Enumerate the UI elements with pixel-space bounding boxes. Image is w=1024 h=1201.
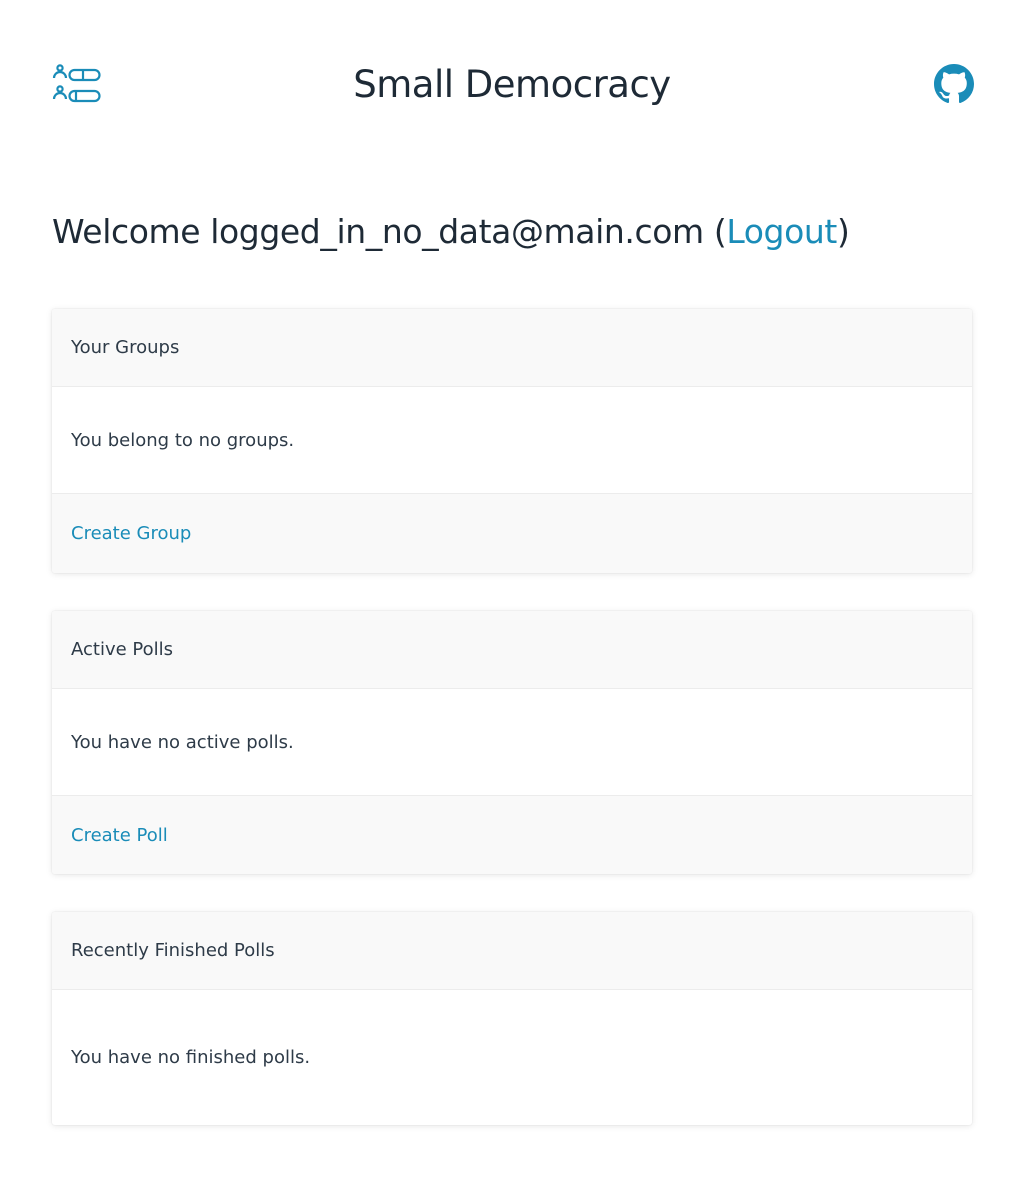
- finished-polls-card-title: Recently Finished Polls: [52, 912, 972, 990]
- page-header: Small Democracy: [0, 0, 1024, 170]
- groups-card: Your Groups You belong to no groups. Cre…: [52, 309, 972, 573]
- finished-polls-empty-message: You have no finished polls.: [71, 1047, 311, 1068]
- create-group-link[interactable]: Create Group: [71, 523, 191, 544]
- welcome-message: Welcome logged_in_no_data@main.com (Logo…: [52, 208, 850, 256]
- site-title: Small Democracy: [353, 63, 671, 106]
- welcome-text: Welcome logged_in_no_data@main.com (: [52, 212, 727, 251]
- groups-card-footer: Create Group: [52, 493, 972, 573]
- active-polls-card-footer: Create Poll: [52, 795, 972, 874]
- finished-polls-card: Recently Finished Polls You have no fini…: [52, 912, 972, 1125]
- groups-empty-message: You belong to no groups.: [71, 429, 295, 451]
- active-polls-card-title: Active Polls: [52, 611, 972, 689]
- groups-card-title: Your Groups: [52, 309, 972, 387]
- active-polls-empty-message: You have no active polls.: [71, 731, 294, 753]
- logout-link[interactable]: Logout: [726, 212, 837, 251]
- github-icon[interactable]: [934, 64, 974, 104]
- welcome-suffix: ): [836, 212, 850, 251]
- create-poll-link[interactable]: Create Poll: [71, 825, 168, 846]
- active-polls-card: Active Polls You have no active polls. C…: [52, 611, 972, 874]
